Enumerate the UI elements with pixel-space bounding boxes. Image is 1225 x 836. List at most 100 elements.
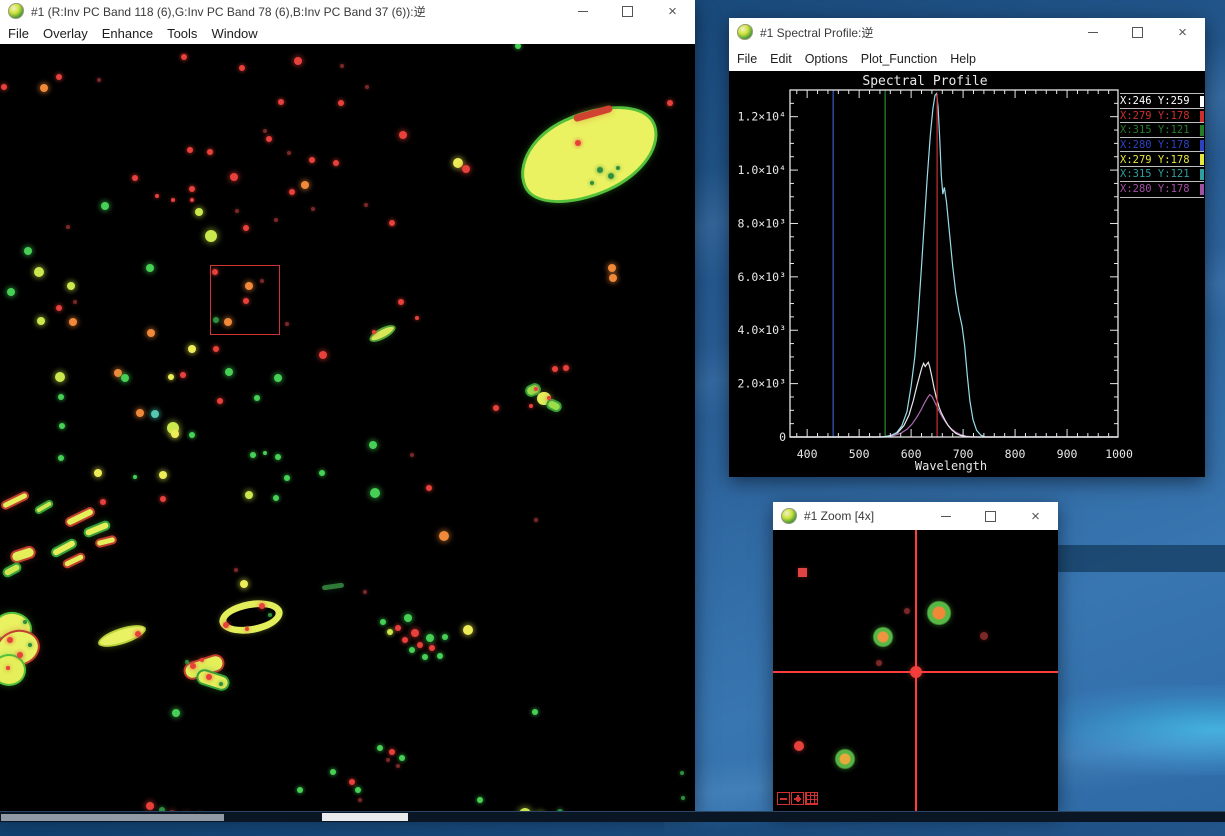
- svg-text:8.0×10³: 8.0×10³: [738, 216, 786, 230]
- particle-bar: [0, 490, 30, 511]
- menu-item-plot-function[interactable]: Plot_Function: [861, 52, 937, 66]
- legend-entry[interactable]: X:279 Y:178: [1120, 108, 1204, 124]
- particle: [239, 65, 245, 71]
- grid-toggle-button[interactable]: [805, 792, 818, 805]
- particle: [609, 274, 617, 282]
- particle: [386, 758, 390, 762]
- zoom-in-button[interactable]: [791, 792, 804, 805]
- particle: [563, 365, 569, 371]
- particle-blob: [0, 654, 26, 686]
- taskbar[interactable]: [0, 811, 1225, 822]
- particle: [243, 225, 249, 231]
- particle: [380, 619, 386, 625]
- spectral-titlebar[interactable]: #1 Spectral Profile:逆 ×: [729, 18, 1205, 46]
- particle: [205, 230, 217, 242]
- particle: [263, 129, 267, 133]
- main-titlebar[interactable]: #1 (R:Inv PC Band 118 (6),G:Inv PC Band …: [0, 0, 695, 22]
- menu-item-help[interactable]: Help: [950, 52, 976, 66]
- particle: [171, 430, 179, 438]
- zoom-titlebar[interactable]: #1 Zoom [4x] ×: [773, 502, 1058, 530]
- svg-text:6.0×10³: 6.0×10³: [738, 270, 786, 284]
- particle: [462, 165, 470, 173]
- selection-box[interactable]: [210, 265, 280, 335]
- menu-item-file[interactable]: File: [737, 52, 757, 66]
- particle: [402, 637, 408, 643]
- svg-text:400: 400: [797, 447, 818, 461]
- particle-bar: [194, 667, 231, 693]
- legend-entry[interactable]: X:246 Y:259: [1120, 93, 1204, 109]
- legend-color-bar: [1200, 96, 1204, 107]
- particle: [377, 745, 383, 751]
- particle: [190, 663, 196, 669]
- taskbar-app-segment[interactable]: [1, 814, 224, 821]
- particle: [159, 471, 167, 479]
- legend-entry[interactable]: X:280 Y:178: [1120, 137, 1204, 153]
- minimize-button[interactable]: [923, 502, 968, 530]
- svg-text:Spectral Profile: Spectral Profile: [862, 74, 987, 89]
- particle: [399, 755, 405, 761]
- close-button[interactable]: ×: [650, 0, 695, 22]
- minimize-button[interactable]: [1070, 18, 1115, 46]
- particle: [330, 769, 336, 775]
- menu-item-tools[interactable]: Tools: [167, 26, 197, 41]
- maximize-button[interactable]: [1115, 18, 1160, 46]
- particle: [28, 643, 32, 647]
- window-title: #1 (R:Inv PC Band 118 (6),G:Inv PC Band …: [31, 3, 426, 20]
- particle: [426, 485, 432, 491]
- zoom-canvas[interactable]: [773, 530, 1058, 811]
- particle: [667, 100, 673, 106]
- legend-entry[interactable]: X:280 Y:178: [1120, 181, 1204, 198]
- legend-label: X:280 Y:178: [1120, 140, 1200, 151]
- spectral-plot-area[interactable]: 400500600700800900100002.0×10³4.0×10³6.0…: [729, 71, 1205, 477]
- svg-text:Wavelength: Wavelength: [915, 459, 987, 473]
- particle: [268, 613, 272, 617]
- menu-item-window[interactable]: Window: [211, 26, 257, 41]
- legend-label: X:315 Y:121: [1120, 125, 1200, 136]
- particle: [240, 580, 248, 588]
- menu-item-options[interactable]: Options: [805, 52, 848, 66]
- particle-bar: [94, 534, 118, 548]
- particle: [235, 209, 239, 213]
- particle: [608, 173, 614, 179]
- particle: [349, 779, 355, 785]
- crosshair-horizontal: [773, 671, 1058, 673]
- particle: [274, 374, 282, 382]
- zoom-particle-ring: [834, 748, 856, 770]
- maximize-button[interactable]: [605, 0, 650, 22]
- zoom-out-button[interactable]: [777, 792, 790, 805]
- image-canvas[interactable]: [0, 44, 695, 812]
- particle: [398, 299, 404, 305]
- particle: [151, 410, 159, 418]
- particle: [146, 802, 154, 810]
- minimize-button[interactable]: [560, 0, 605, 22]
- close-button[interactable]: ×: [1160, 18, 1205, 46]
- taskbar-app-segment[interactable]: [322, 813, 408, 821]
- particle: [515, 44, 521, 49]
- menu-item-file[interactable]: File: [8, 26, 29, 41]
- legend-label: X:246 Y:259: [1120, 96, 1200, 107]
- particle: [132, 175, 138, 181]
- particle: [94, 469, 102, 477]
- menu-item-edit[interactable]: Edit: [770, 52, 792, 66]
- close-button[interactable]: ×: [1013, 502, 1058, 530]
- particle: [55, 372, 65, 382]
- particle: [338, 100, 344, 106]
- particle: [206, 674, 212, 680]
- particle: [171, 198, 175, 202]
- legend-entry[interactable]: X:279 Y:178: [1120, 151, 1204, 167]
- particle-blob: [505, 86, 673, 222]
- menu-item-overlay[interactable]: Overlay: [43, 26, 88, 41]
- menu-item-enhance[interactable]: Enhance: [102, 26, 153, 41]
- particle: [34, 267, 44, 277]
- particle: [597, 167, 603, 173]
- particle: [230, 173, 238, 181]
- particle: [287, 151, 291, 155]
- particle: [389, 220, 395, 226]
- legend-entry[interactable]: X:315 Y:121: [1120, 166, 1204, 182]
- particle: [415, 316, 419, 320]
- legend-entry[interactable]: X:315 Y:121: [1120, 122, 1204, 138]
- particle: [387, 629, 393, 635]
- maximize-button[interactable]: [968, 502, 1013, 530]
- particle: [217, 398, 223, 404]
- svg-text:2.0×10³: 2.0×10³: [738, 377, 786, 391]
